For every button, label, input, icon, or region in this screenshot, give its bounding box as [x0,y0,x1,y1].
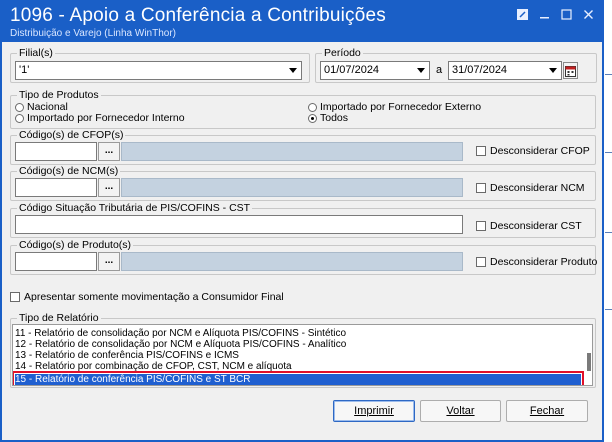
ncm-input[interactable] [15,178,97,197]
background-strip [604,0,612,442]
produto-label: Código(s) de Produto(s) [17,239,134,251]
tipo-produtos-label: Tipo de Produtos [17,89,101,101]
produto-input[interactable] [15,252,97,271]
cfop-ignore-label: Desconsiderar CFOP [490,145,590,157]
list-item-selected[interactable]: 15 - Relatório de conferência PIS/COFINS… [13,371,584,385]
window-title: 1096 - Apoio a Conferência a Contribuiçõ… [10,5,386,26]
consumidor-final-label: Apresentar somente movimentação a Consum… [24,291,284,303]
checkbox-icon[interactable] [476,221,486,231]
periodo-label: Período [322,47,363,59]
cfop-input[interactable] [15,142,97,161]
ncm-ignore-label: Desconsiderar NCM [490,182,585,194]
chevron-down-icon[interactable] [285,63,300,78]
list-item[interactable]: 11 - Relatório de consolidação por NCM e… [15,328,346,339]
produto-ignore-label: Desconsiderar Produto [490,256,598,268]
maximize-icon[interactable] [560,8,572,20]
radio-selected-icon[interactable] [308,113,317,123]
chevron-down-icon[interactable] [545,63,560,78]
calendar-icon[interactable] [563,62,578,79]
help-icon[interactable] [516,8,528,20]
filial-value: '1' [19,64,30,76]
checkbox-icon[interactable] [476,257,486,267]
window-subtitle: Distribuição e Varejo (Linha WinThor) [10,28,176,39]
cst-input[interactable] [15,215,463,234]
fechar-label: Fechar [529,405,565,417]
main-window: 1096 - Apoio a Conferência a Contribuiçõ… [0,0,604,442]
ncm-ignore-check[interactable]: Desconsiderar NCM [476,182,585,194]
background-mark [605,309,612,310]
periodo-end-date[interactable]: 31/07/2024 [448,61,562,80]
cst-ignore-label: Desconsiderar CST [490,220,582,232]
checkbox-icon[interactable] [476,183,486,193]
checkbox-icon[interactable] [476,146,486,156]
periodo-end-value: 31/07/2024 [452,64,508,76]
periodo-start-value: 01/07/2024 [324,64,380,76]
radio-icon[interactable] [15,113,24,123]
minimize-icon[interactable] [538,8,550,20]
imprimir-label: Imprimir [354,405,394,417]
list-scrollbar[interactable] [587,353,591,371]
background-mark [605,152,612,153]
cst-label: Código Situação Tributária de PIS/COFINS… [17,202,253,214]
filial-label: Filial(s) [17,47,55,59]
cst-ignore-check[interactable]: Desconsiderar CST [476,220,582,232]
tipo-relatorio-list[interactable]: 11 - Relatório de consolidação por NCM e… [12,324,593,386]
fechar-button[interactable]: Fechar [506,400,588,422]
voltar-button[interactable]: Voltar [420,400,501,422]
radio-todos-label: Todos [320,112,349,124]
cfop-lookup-button[interactable]: ... [98,142,120,161]
background-mark [605,232,612,233]
radio-icon[interactable] [15,102,24,112]
ncm-lookup-button[interactable]: ... [98,178,120,197]
radio-importado-interno[interactable]: Importado por Fornecedor Interno [15,112,185,124]
radio-importado-interno-label: Importado por Fornecedor Interno [27,112,185,124]
cfop-ignore-check[interactable]: Desconsiderar CFOP [476,145,590,157]
filial-select[interactable]: '1' [15,61,302,80]
periodo-separator: a [436,64,443,76]
periodo-start-date[interactable]: 01/07/2024 [320,61,430,80]
voltar-label: Voltar [446,405,475,417]
ncm-description [121,178,463,197]
title-bar[interactable]: 1096 - Apoio a Conferência a Contribuiçõ… [2,2,602,42]
cfop-label: Código(s) de CFOP(s) [17,129,126,141]
close-icon[interactable] [582,8,594,20]
tipo-relatorio-label: Tipo de Relatório [17,312,101,324]
imprimir-button[interactable]: Imprimir [333,400,415,422]
consumidor-final-check[interactable]: Apresentar somente movimentação a Consum… [10,291,284,303]
checkbox-icon[interactable] [10,292,20,302]
radio-icon[interactable] [308,102,317,112]
cfop-description [121,142,463,161]
ncm-label: Código(s) de NCM(s) [17,165,121,177]
background-mark [605,74,612,75]
produto-description [121,252,463,271]
chevron-down-icon[interactable] [413,63,428,78]
list-item[interactable]: 13 - Relatório de conferência PIS/COFINS… [15,350,239,361]
radio-todos[interactable]: Todos [308,112,348,124]
list-item[interactable]: 12 - Relatório de consolidação por NCM e… [15,339,346,350]
window-controls [516,8,594,20]
list-item[interactable]: 14 - Relatório por combinação de CFOP, C… [15,361,292,372]
produto-ignore-check[interactable]: Desconsiderar Produto [476,256,597,268]
produto-lookup-button[interactable]: ... [98,252,120,271]
